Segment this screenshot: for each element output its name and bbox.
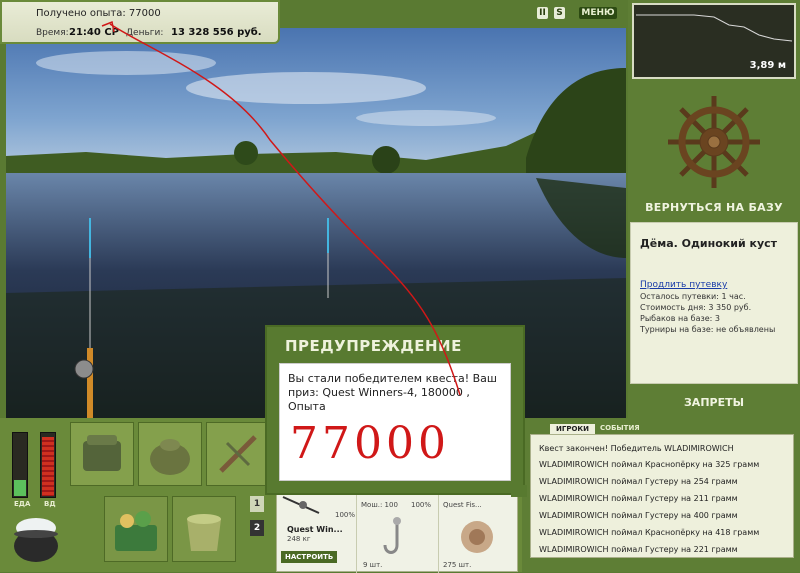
bait-item[interactable]: Quest Fis... 275 шт. — [439, 489, 519, 573]
active-items-bar: 100% Quest Win... 248 кг НАСТРОИТЬ Мош.:… — [276, 488, 519, 573]
dialog-title: ПРЕДУПРЕЖДЕНИЕ — [285, 337, 462, 355]
vodka-meter — [40, 432, 56, 498]
license-remaining: Осталось путевки: 1 час. — [640, 292, 746, 301]
hud-info-bar: Получено опыта: 77000 Время: 21:40 СР Де… — [0, 0, 280, 44]
extend-license-link[interactable]: Продлить путевку — [640, 280, 727, 290]
vegetable-basket-icon — [115, 511, 157, 551]
vodka-label: ВД — [44, 500, 56, 508]
money-label: Деньги: — [126, 28, 164, 38]
handwritten-note: 77000 — [290, 418, 450, 469]
hook-percent: 100% — [411, 501, 432, 509]
food-label: ЕДА — [14, 500, 31, 508]
food-basket-slot[interactable] — [104, 496, 168, 562]
depth-value: 3,89 м — [749, 60, 786, 71]
menu-button[interactable]: МЕНЮ — [579, 7, 617, 19]
bag-icon — [150, 439, 190, 475]
bucket-slot[interactable] — [172, 496, 236, 562]
vodka-meter-fill — [42, 437, 54, 496]
dialog-corner — [511, 485, 527, 497]
rod-icon — [282, 496, 320, 514]
list-item: WLADIMIROWICH поймал Густеру на 254 грам… — [539, 477, 738, 486]
bait-header: Quest Fis... — [443, 501, 482, 509]
depth-chart: 3,89 м — [632, 3, 796, 79]
inventory-page-2[interactable]: 2 — [250, 520, 264, 536]
exp-text: Получено опыта: 77000 — [36, 8, 161, 19]
list-item: Квест закончен! Победитель WLADIMIROWICH — [539, 444, 734, 453]
rod-percent: 100% — [335, 511, 356, 519]
dialog-message: Вы стали победителем квеста! Ваш приз: Q… — [288, 372, 497, 413]
dialog-body: Вы стали победителем квеста! Ваш приз: Q… — [279, 363, 511, 481]
rod-weight: 248 кг — [287, 535, 311, 543]
list-item: WLADIMIROWICH поймал Густеру на 400 грам… — [539, 511, 738, 520]
day-cost: Стоимость дня: 3 350 руб. — [640, 303, 752, 312]
hook-header: Мош.: 100 — [361, 501, 398, 509]
food-meter — [12, 432, 28, 498]
bait-count: 275 шт. — [443, 561, 472, 569]
setup-button[interactable]: НАСТРОИТЬ — [281, 551, 338, 563]
list-item: WLADIMIROWICH поймал Краснопёрку на 325 … — [539, 460, 760, 469]
ship-wheel-icon[interactable] — [632, 86, 796, 196]
back-to-base-button[interactable]: ВЕРНУТЬСЯ НА БАЗУ — [632, 196, 796, 220]
location-info: Дёма. Одинокий куст Продлить путевку Ост… — [630, 222, 798, 384]
tackle-box-icon — [83, 435, 121, 471]
anglers-count: Рыбаков на базе: 3 — [640, 314, 720, 323]
tournaments-info: Турниры на базе: не объявлены — [640, 325, 776, 334]
rod-item[interactable]: 100% Quest Win... 248 кг НАСТРОИТЬ — [277, 489, 357, 573]
hook-item[interactable]: Мош.: 100 100% 9 шт. — [357, 489, 439, 573]
tackle-box-slot[interactable] — [70, 422, 134, 486]
bans-button[interactable]: ЗАПРЕТЫ — [632, 392, 796, 414]
location-title: Дёма. Одинокий куст — [640, 237, 778, 250]
inventory-page-1[interactable]: 1 — [250, 496, 264, 512]
rod-tools-slot[interactable] — [206, 422, 270, 486]
food-meter-fill — [14, 480, 26, 496]
warning-dialog: ПРЕДУПРЕЖДЕНИЕ Вы стали победителем квес… — [265, 325, 527, 497]
hook-count: 9 шт. — [363, 561, 383, 569]
hook-icon — [383, 517, 401, 554]
list-item: WLADIMIROWICH поймал Густеру на 211 грам… — [539, 494, 738, 503]
tab-events[interactable]: СОБЫТИЯ — [600, 424, 640, 432]
time-value: 21:40 СР — [69, 27, 119, 38]
bait-icon — [461, 521, 493, 553]
sound-button[interactable]: S — [554, 7, 565, 19]
bucket-icon — [187, 514, 221, 551]
knife-icon — [219, 435, 257, 473]
bag-slot[interactable] — [138, 422, 202, 486]
money-value: 13 328 556 руб. — [171, 27, 262, 38]
list-item: WLADIMIROWICH поймал Густеру на 221 грам… — [539, 545, 738, 554]
events-list: Квест закончен! Победитель WLADIMIROWICH… — [530, 434, 794, 558]
rod-name: Quest Win... — [287, 525, 343, 534]
tab-players[interactable]: ИГРОКИ — [550, 424, 595, 434]
time-label: Время: — [36, 28, 69, 38]
pause-button[interactable]: II — [537, 7, 548, 19]
list-item: WLADIMIROWICH поймал Краснопёрку на 418 … — [539, 528, 760, 537]
cauldron-icon[interactable] — [8, 510, 64, 566]
